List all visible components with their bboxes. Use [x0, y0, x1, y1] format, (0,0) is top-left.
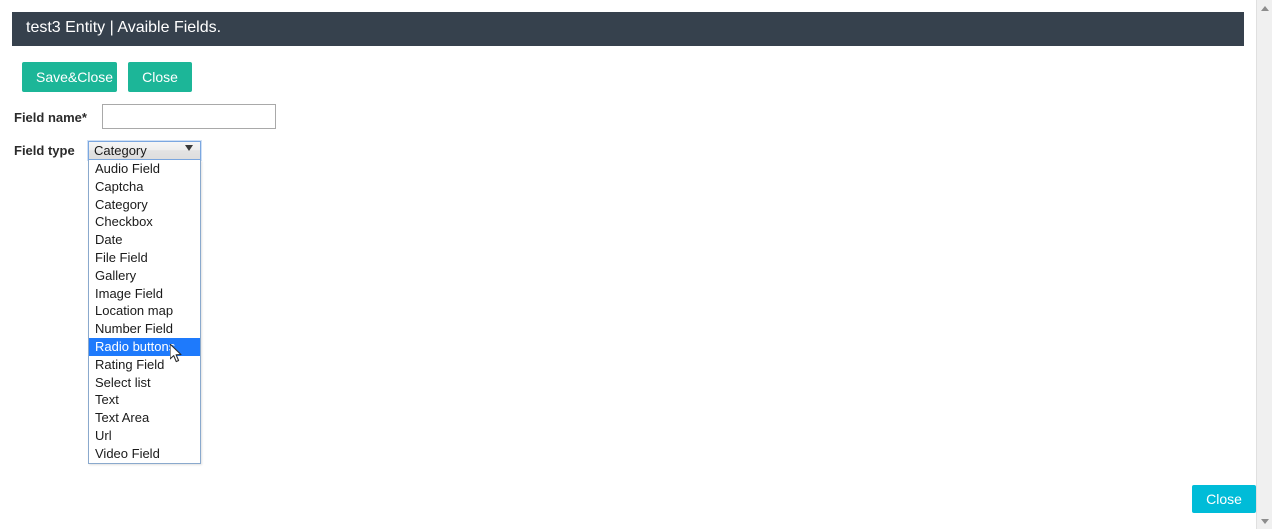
field-type-selected-value: Category: [94, 143, 147, 158]
field-type-option[interactable]: Text: [89, 391, 200, 409]
field-name-label: Field name*: [14, 110, 87, 125]
field-type-option[interactable]: Category: [89, 196, 200, 214]
browser-scrollbar[interactable]: [1256, 0, 1272, 529]
toolbar: Save&Close Close: [22, 62, 192, 92]
field-type-option[interactable]: Location map: [89, 302, 200, 320]
page-title: test3 Entity | Avaible Fields.: [26, 19, 222, 36]
field-type-option[interactable]: Select list: [89, 374, 200, 392]
page-container: test3 Entity | Avaible Fields. Save&Clos…: [0, 0, 1256, 529]
field-type-option[interactable]: Image Field: [89, 285, 200, 303]
field-type-option[interactable]: Radio buttons: [89, 337, 200, 356]
field-type-option-list[interactable]: Audio Field Captcha Category Checkbox Date Fi…: [88, 160, 201, 464]
chevron-down-icon: [185, 145, 193, 151]
field-type-label: Field type: [14, 143, 75, 158]
field-type-option[interactable]: Checkbox: [89, 213, 200, 231]
field-type-select-display[interactable]: Category: [88, 141, 201, 160]
scroll-down-arrow-icon[interactable]: [1257, 513, 1272, 529]
field-name-input[interactable]: [102, 104, 276, 129]
page-header-bar: test3 Entity | Avaible Fields.: [12, 12, 1244, 46]
field-type-option[interactable]: Rating Field: [89, 356, 200, 374]
field-type-option[interactable]: Text Area: [89, 409, 200, 427]
field-type-option[interactable]: Url: [89, 427, 200, 445]
field-type-option[interactable]: File Field: [89, 249, 200, 267]
field-type-option[interactable]: Video Field: [89, 445, 200, 463]
field-type-option[interactable]: Captcha: [89, 178, 200, 196]
field-type-select[interactable]: Category Audio Field Captcha Category Check…: [88, 141, 201, 464]
scroll-up-arrow-icon[interactable]: [1257, 0, 1272, 16]
field-type-option[interactable]: Number Field: [89, 320, 200, 338]
field-type-option[interactable]: Audio Field: [89, 160, 200, 178]
footer-close-button[interactable]: Close: [1192, 485, 1256, 513]
save-and-close-button[interactable]: Save&Close: [22, 62, 117, 92]
close-button[interactable]: Close: [128, 62, 192, 92]
field-type-option[interactable]: Gallery: [89, 267, 200, 285]
field-type-option[interactable]: Date: [89, 231, 200, 249]
